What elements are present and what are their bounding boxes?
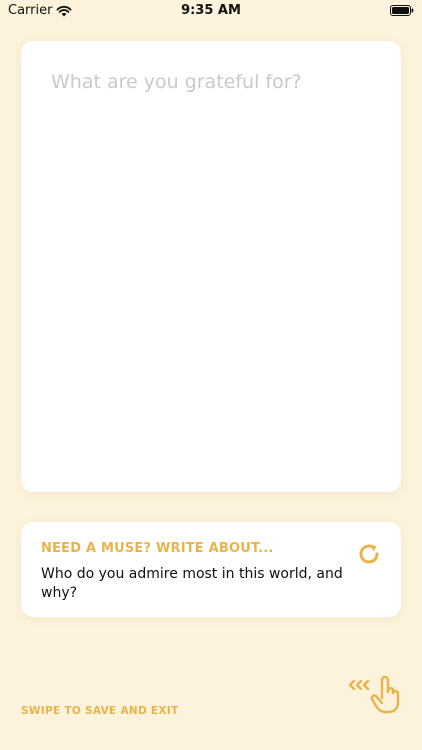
swipe-hint: SWIPE TO SAVE AND EXIT (21, 705, 179, 717)
gratitude-entry-input[interactable] (51, 71, 371, 466)
muse-prompt-text: Who do you admire most in this world, an… (41, 566, 343, 601)
refresh-icon (356, 541, 382, 567)
swipe-hand-icon (348, 672, 404, 714)
muse-title: NEED A MUSE? WRITE ABOUT... (41, 541, 274, 556)
muse-prompt-card: NEED A MUSE? WRITE ABOUT... Who do you a… (21, 522, 401, 617)
battery-icon (390, 5, 414, 16)
status-bar: Carrier 9:35 AM (0, 0, 422, 24)
refresh-prompt-button[interactable] (353, 538, 385, 570)
journal-entry-card (21, 41, 401, 492)
status-time: 9:35 AM (181, 3, 241, 18)
